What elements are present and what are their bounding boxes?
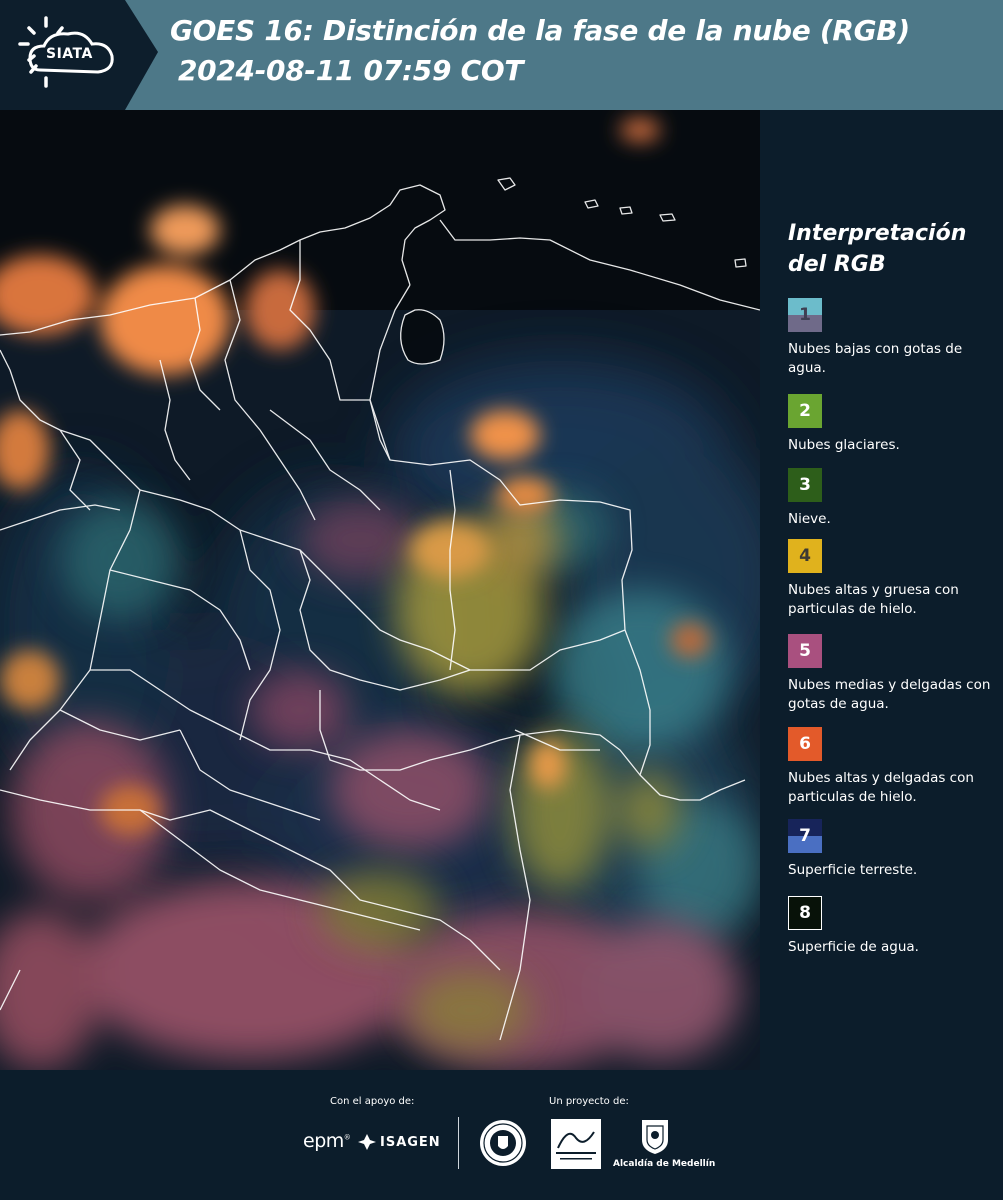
isagen-icon <box>358 1134 376 1150</box>
siata-logo-text: SIATA <box>46 46 93 62</box>
project-caption: Un proyecto de: <box>549 1096 629 1107</box>
legend-item-6: 6 Nubes altas y delgadas con particulas … <box>788 727 1003 807</box>
support-caption: Con el apoyo de: <box>330 1096 415 1107</box>
legend-label-3: Nieve. <box>788 511 831 527</box>
legend-label-4: Nubes altas y gruesa con particulas de h… <box>788 582 959 617</box>
legend-item-5: 5 Nubes medias y delgadas con gotas de a… <box>788 634 1003 714</box>
legend-swatch-7: 7 <box>788 819 822 853</box>
legend-label-5: Nubes medias y delgadas con gotas de agu… <box>788 677 991 712</box>
page-title: GOES 16: Distinción de la fase de la nub… <box>170 14 910 47</box>
legend-item-3: 3 Nieve. <box>788 468 1003 529</box>
alcaldia-shield-icon <box>642 1120 668 1154</box>
legend-label-7: Superficie terreste. <box>788 862 918 878</box>
header-bar: SIATA GOES 16: Distinción de la fase de … <box>0 0 1003 110</box>
gobernacion-seal-icon <box>480 1120 526 1166</box>
legend-swatch-1: 1 <box>788 298 822 332</box>
legend-item-1: 1 Nubes bajas con gotas de agua. <box>788 298 1003 378</box>
legend-label-1: Nubes bajas con gotas de agua. <box>788 341 963 376</box>
isagen-logo-text: ISAGEN <box>380 1135 441 1150</box>
timestamp: 2024-08-11 07:59 COT <box>178 54 524 87</box>
legend-swatch-6: 6 <box>788 727 822 761</box>
legend-label-2: Nubes glaciares. <box>788 437 900 453</box>
legend-swatch-4: 4 <box>788 539 822 573</box>
legend-label-6: Nubes altas y delgadas con particulas de… <box>788 770 974 805</box>
epm-logo: epm® <box>303 1130 351 1152</box>
legend-swatch-3: 3 <box>788 468 822 502</box>
legend-item-2: 2 Nubes glaciares. <box>788 394 1003 455</box>
legend-swatch-2: 2 <box>788 394 822 428</box>
legend-title: Interpretación del RGB <box>788 221 967 277</box>
legend-swatch-8: 8 <box>788 896 822 930</box>
legend-item-4: 4 Nubes altas y gruesa con particulas de… <box>788 539 1003 619</box>
legend-label-8: Superficie de agua. <box>788 939 919 955</box>
siata-logo: SIATA <box>0 0 160 110</box>
satellite-map <box>0 110 760 1070</box>
area-metropolitana-logo <box>551 1119 601 1169</box>
legend-item-7: 7 Superficie terreste. <box>788 819 1003 880</box>
alcaldia-text: Alcaldía de Medellín <box>613 1159 716 1169</box>
epm-logo-text: epm <box>303 1130 344 1152</box>
legend-panel: Interpretación del RGB 1 Nubes bajas con… <box>760 110 1003 1070</box>
legend-item-8: 8 Superficie de agua. <box>788 896 1003 957</box>
footer-divider <box>458 1117 459 1169</box>
legend-swatch-5: 5 <box>788 634 822 668</box>
footer: Con el apoyo de: Un proyecto de: epm® IS… <box>0 1070 1003 1200</box>
